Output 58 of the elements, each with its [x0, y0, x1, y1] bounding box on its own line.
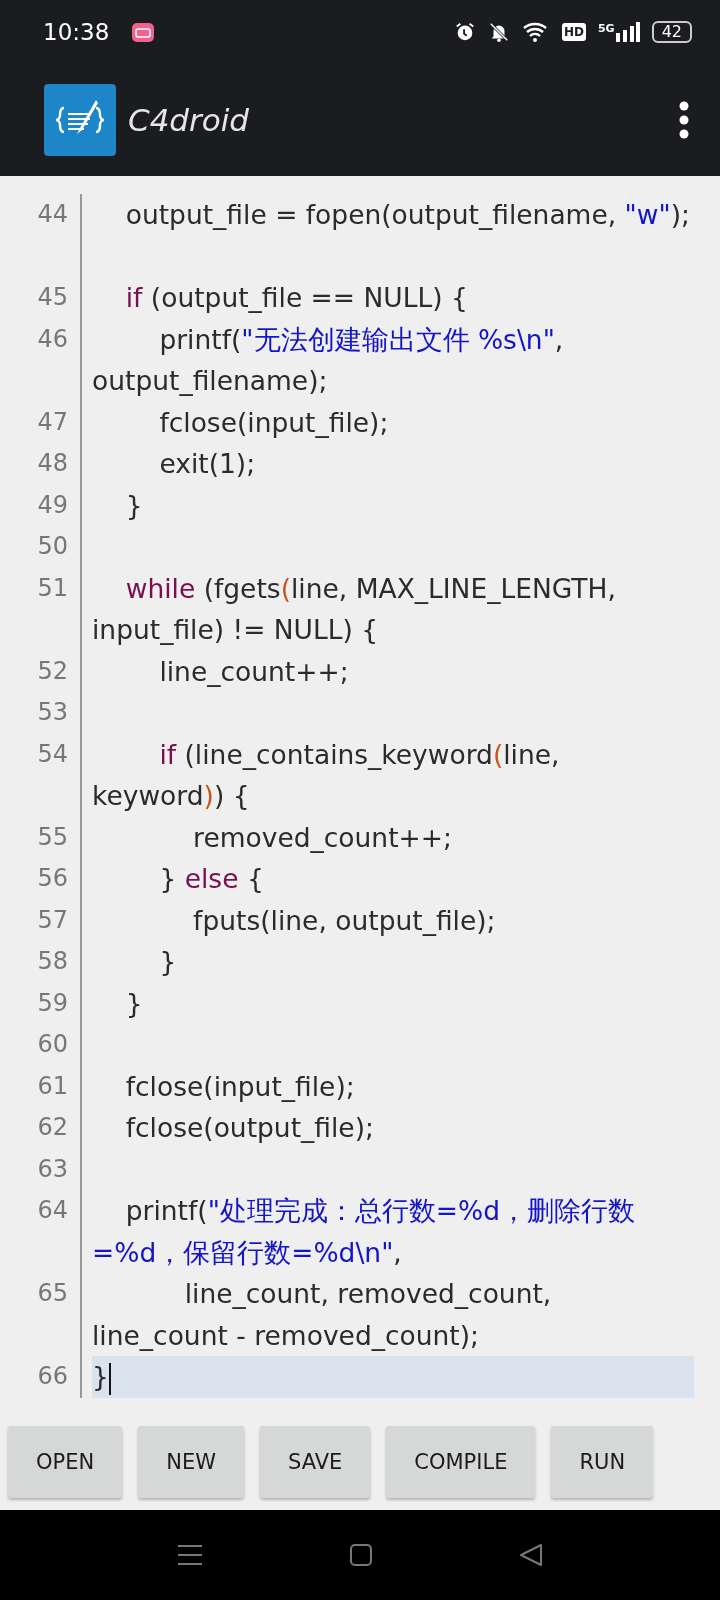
line-number: 50 [0, 526, 82, 568]
line-number: 56 [0, 858, 82, 900]
line-number: 51 [0, 567, 82, 651]
line-number: 49 [0, 484, 82, 526]
muted-bell-icon [487, 21, 510, 43]
line-number: 54 [0, 733, 82, 817]
line-number: 63 [0, 1148, 82, 1190]
code-line: fclose(input_file); [158, 406, 389, 438]
signal-icon [615, 22, 640, 42]
line-number: 61 [0, 1065, 82, 1107]
battery-level: 42 [651, 21, 692, 43]
code-line: } else { [158, 863, 264, 894]
more-options-icon[interactable] [678, 100, 690, 140]
code-line: fclose(output_file); [124, 1112, 374, 1143]
code-line: fclose(input_file); [124, 1070, 355, 1102]
app-logo-icon [44, 84, 116, 156]
toolbar-button[interactable]: SAVE [259, 1426, 371, 1498]
line-number: 60 [0, 1024, 82, 1066]
app-notification-icon [131, 20, 156, 44]
code-line: } [158, 946, 177, 977]
code-line: printf("无法创建输出文件 %s\n", output_filename); [92, 323, 565, 396]
text-cursor [108, 1362, 111, 1395]
line-number: 58 [0, 941, 82, 983]
toolbar-button[interactable]: NEW [138, 1426, 244, 1498]
line-number: 59 [0, 982, 82, 1024]
home-icon[interactable] [349, 1543, 373, 1567]
line-number: 57 [0, 899, 82, 941]
line-number: 44 [0, 194, 82, 277]
code-line: if (output_file == NULL) { [124, 282, 468, 313]
toolbar-button[interactable]: COMPILE [386, 1426, 536, 1498]
line-number: 52 [0, 650, 82, 692]
line-number: 62 [0, 1107, 82, 1149]
code-line: fputs(line, output_file); [192, 904, 496, 936]
line-number: 64 [0, 1190, 82, 1273]
toolbar-button[interactable]: RUN [551, 1426, 654, 1498]
code-line: output_file = fopen(output_filename, "w"); [124, 199, 690, 230]
code-line: } [124, 489, 143, 521]
line-number: 66 [0, 1356, 82, 1398]
line-number: 48 [0, 443, 82, 485]
code-line: line_count, removed_count, line_count - removed_count); [92, 1278, 553, 1351]
back-icon[interactable] [519, 1543, 543, 1567]
clock-time: 10:38 [43, 19, 110, 45]
menu-icon[interactable] [177, 1543, 203, 1567]
code-line: } [92, 1361, 109, 1392]
app-title: C4droid [128, 102, 250, 138]
code-line: removed_count++; [192, 821, 452, 853]
network-type: 5G [597, 22, 615, 35]
code-line: } [124, 987, 143, 1019]
toolbar-button[interactable]: OPEN [8, 1426, 123, 1498]
line-number: 53 [0, 692, 82, 734]
line-number: 47 [0, 401, 82, 443]
code-line: line_count++; [158, 655, 349, 687]
network-badge: HD [561, 23, 586, 41]
line-number: 45 [0, 277, 82, 319]
code-line: exit(1); [158, 448, 256, 479]
line-number: 46 [0, 318, 82, 402]
line-number: 65 [0, 1273, 82, 1356]
line-number: 55 [0, 816, 82, 858]
